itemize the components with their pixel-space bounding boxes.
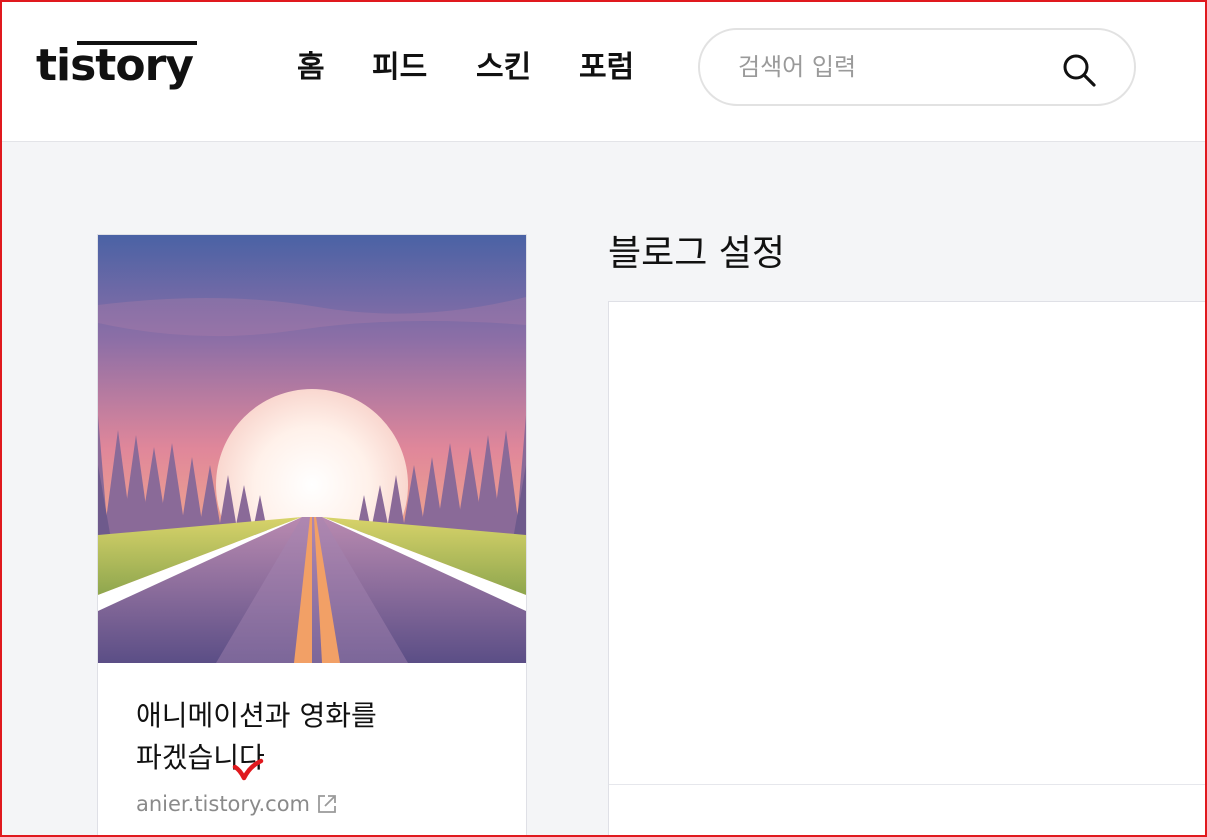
panel-divider — [609, 784, 1207, 785]
tistory-logo[interactable]: tistory — [36, 40, 194, 92]
search-box — [698, 28, 1136, 106]
blog-card: 애니메이션과 영화를 파겠습니다 anier.tistory.com — [97, 234, 527, 837]
nav-feed[interactable]: 피드 — [372, 48, 427, 88]
nav-skin[interactable]: 스킨 — [476, 48, 531, 88]
settings-panel — [608, 301, 1207, 837]
checkmark-icon — [232, 758, 264, 781]
blog-title[interactable]: 애니메이션과 영화를 파겠습니다 — [136, 695, 496, 779]
top-header: tistory 홈 피드 스킨 포럼 — [0, 0, 1207, 142]
search-input[interactable] — [738, 47, 1038, 87]
external-link-icon[interactable] — [316, 793, 338, 815]
blog-thumbnail-image[interactable] — [98, 235, 526, 663]
nav-forum[interactable]: 포럼 — [579, 48, 634, 88]
nav-home[interactable]: 홈 — [297, 48, 325, 88]
search-icon[interactable] — [1061, 52, 1097, 88]
blog-url-link[interactable]: anier.tistory.com — [136, 791, 310, 817]
page-title: 블로그 설정 — [608, 233, 786, 274]
